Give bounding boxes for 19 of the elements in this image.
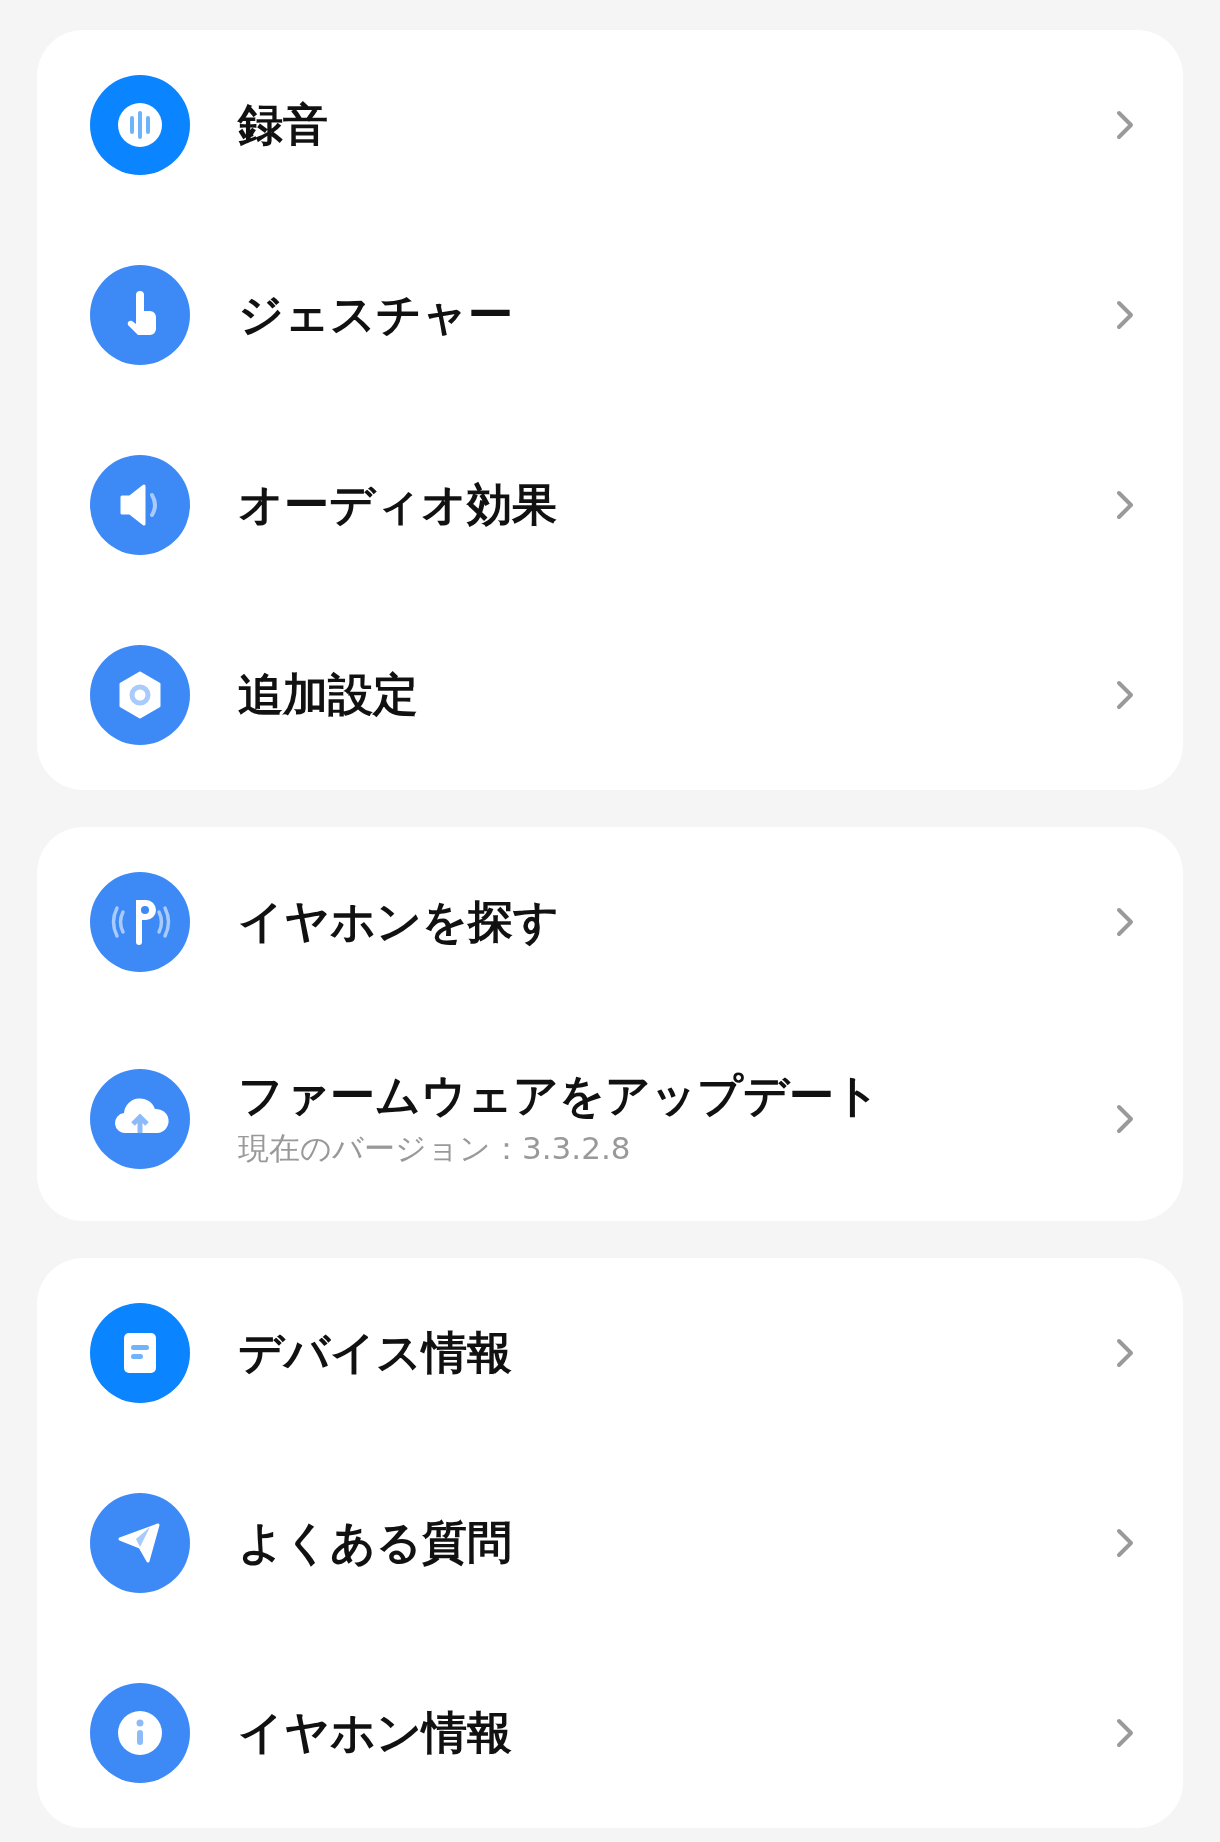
info-icon xyxy=(90,1683,190,1783)
menu-item-label[interactable]: 追加設定 xyxy=(238,666,1113,724)
menu-item-label[interactable]: ジェスチャー xyxy=(238,286,1113,344)
menu-item-label[interactable]: オーディオ効果 xyxy=(238,476,1113,534)
menu-item-label[interactable]: 録音 xyxy=(238,96,1113,154)
paper-plane-icon xyxy=(90,1493,190,1593)
menu-item-label[interactable]: イヤホンを探す xyxy=(238,893,1113,951)
menu-item-label[interactable]: よくある質問 xyxy=(238,1514,1113,1572)
menu-item-label[interactable]: デバイス情報 xyxy=(238,1324,1113,1382)
document-icon xyxy=(90,1303,190,1403)
waveform-icon xyxy=(90,75,190,175)
menu-item-label[interactable]: ファームウェアをアップデート xyxy=(238,1067,1113,1125)
earbud-signal-icon xyxy=(90,872,190,972)
hexagon-nut-icon xyxy=(90,645,190,745)
menu-item-label[interactable]: イヤホン情報 xyxy=(238,1704,1113,1762)
speaker-icon xyxy=(90,455,190,555)
cloud-upload-icon xyxy=(90,1069,190,1169)
version-text: 現在のバージョン：3.3.2.8 xyxy=(238,1129,632,1169)
pointing-hand-icon xyxy=(90,265,190,365)
